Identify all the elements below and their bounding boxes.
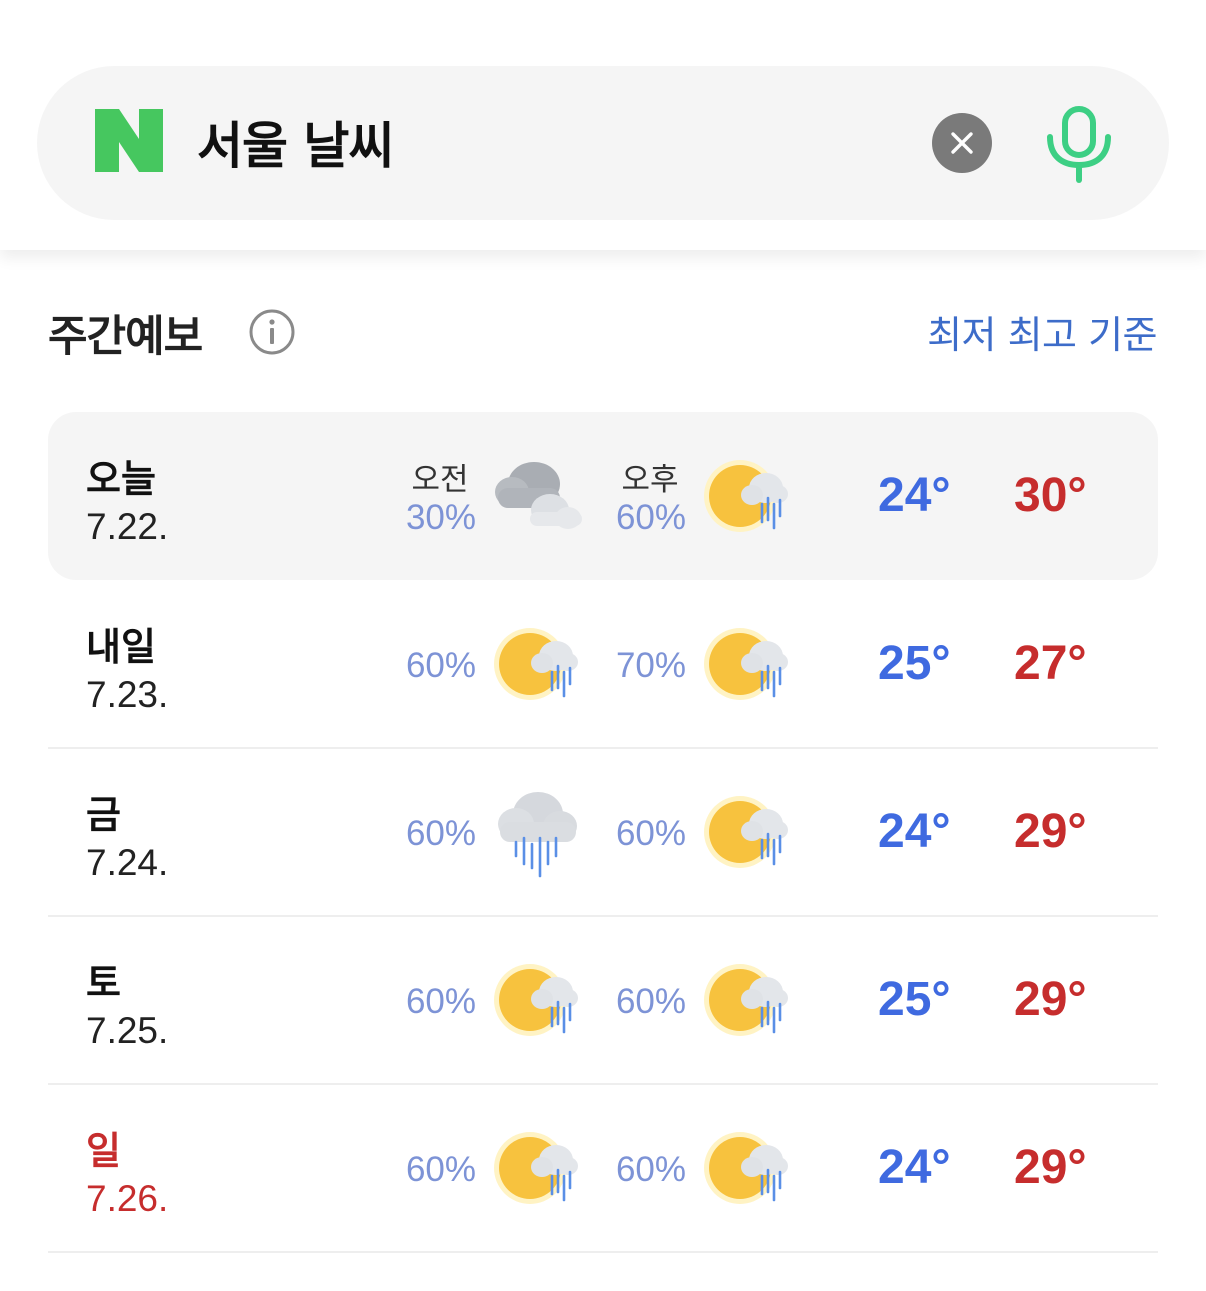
- forecast-row[interactable]: 일 7.26. 60% 60% 24° 29°: [48, 1084, 1158, 1253]
- min-temperature: 24°: [878, 805, 951, 858]
- search-bar[interactable]: [37, 66, 1169, 220]
- day-name: 오늘: [86, 457, 156, 501]
- pm-rain-probability: 60%: [615, 982, 686, 1021]
- am-rain-probability: 60%: [405, 1150, 476, 1189]
- day-name: 일: [86, 1129, 121, 1173]
- am-rain-probability: 60%: [405, 646, 476, 685]
- sun-rain-icon: [704, 460, 788, 532]
- pm-rain-probability: 60%: [615, 1150, 686, 1189]
- day-name: 내일: [86, 625, 156, 669]
- rain-cloud-icon: [498, 792, 577, 878]
- search-input[interactable]: [197, 106, 877, 178]
- pm-rain-probability: 60%: [615, 498, 686, 537]
- am-rain-probability: 60%: [405, 814, 476, 853]
- day-date: 7.24.: [86, 842, 169, 883]
- sun-rain-icon: [704, 628, 788, 700]
- pm-label: 오후: [621, 462, 679, 498]
- day-date: 7.26.: [86, 1178, 169, 1219]
- day-date: 7.22.: [86, 506, 169, 547]
- cloudy-icon: [495, 462, 582, 529]
- day-name: 금: [86, 793, 121, 837]
- pm-rain-probability: 60%: [615, 814, 686, 853]
- pm-rain-probability: 70%: [615, 646, 686, 685]
- forecast-row[interactable]: 금 7.24. 60% 60% 24° 29°: [48, 748, 1158, 917]
- max-temperature: 27°: [1014, 637, 1087, 690]
- voice-search-button[interactable]: [1042, 104, 1116, 184]
- forecast-row[interactable]: 오늘 7.22. 오전 오후 30% 60% 24° 30°: [48, 412, 1158, 580]
- sun-rain-icon: [704, 796, 788, 868]
- mic-icon: [1047, 106, 1111, 183]
- max-temperature: 29°: [1014, 1141, 1087, 1194]
- min-temperature: 24°: [878, 1141, 951, 1194]
- sun-rain-icon: [704, 1132, 788, 1204]
- sun-rain-icon: [494, 964, 578, 1036]
- max-temperature: 30°: [1014, 469, 1087, 522]
- min-temperature: 24°: [878, 469, 951, 522]
- am-rain-probability: 30%: [405, 498, 476, 537]
- day-date: 7.25.: [86, 1010, 169, 1051]
- day-date: 7.23.: [86, 674, 169, 715]
- forecast-row[interactable]: 내일 7.23. 60% 70% 25° 27°: [48, 580, 1158, 749]
- sun-rain-icon: [494, 628, 578, 700]
- max-temperature: 29°: [1014, 973, 1087, 1026]
- naver-logo-icon[interactable]: [95, 109, 163, 172]
- sun-rain-icon: [494, 1132, 578, 1204]
- section-title: 주간예보: [48, 312, 203, 362]
- close-icon: [951, 132, 973, 154]
- am-label: 오전: [411, 462, 469, 498]
- am-rain-probability: 60%: [405, 982, 476, 1021]
- search-header: [0, 0, 1206, 250]
- max-temperature: 29°: [1014, 805, 1087, 858]
- weekly-forecast-section: 주간예보 최저 최고 기준 오늘 7.22. 오전 오후 30% 60% 24° 30° 내일 7…: [0, 250, 1206, 1291]
- sort-basis-link[interactable]: 최저 최고 기준: [927, 304, 1157, 359]
- day-name: 토: [86, 961, 121, 1005]
- min-temperature: 25°: [878, 973, 951, 1026]
- info-icon[interactable]: [248, 308, 296, 356]
- sun-rain-icon: [704, 964, 788, 1036]
- forecast-row[interactable]: 토 7.25. 60% 60% 25° 29°: [48, 916, 1158, 1085]
- min-temperature: 25°: [878, 637, 951, 690]
- clear-search-button[interactable]: [932, 113, 992, 173]
